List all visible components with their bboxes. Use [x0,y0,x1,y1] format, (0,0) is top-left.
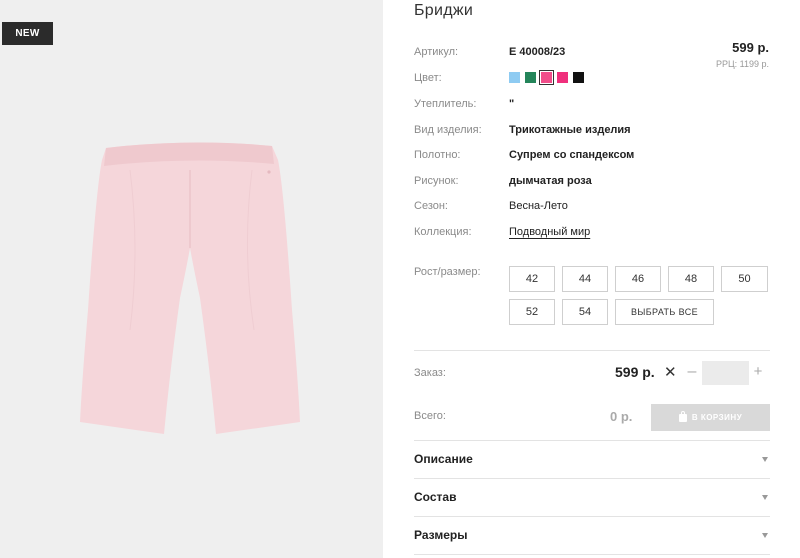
product-details-panel: Бриджи 599 р. РРЦ: 1199 р. Артикул: Е 40… [383,0,800,558]
color-label: Цвет: [414,72,442,84]
color-swatches [509,70,584,85]
accordion-description[interactable]: Описание [414,440,770,478]
size-label: Рост/размер: [414,266,481,278]
increase-quantity-button[interactable]: + [752,363,764,380]
size-option-44[interactable]: 44 [562,266,608,292]
size-option-48[interactable]: 48 [668,266,714,292]
shopping-bag-icon [678,410,687,422]
color-swatch-green[interactable] [525,72,536,83]
recommended-retail-price: РРЦ: 1199 р. [715,59,769,69]
collection-label: Коллекция: [414,226,472,238]
fabric-label: Полотно: [414,149,461,161]
season-label: Сезон: [414,200,448,212]
accordion-sizes[interactable]: Размеры [414,516,770,554]
color-swatch-light-blue[interactable] [509,72,520,83]
insulation-label: Утеплитель: [414,98,477,110]
accordion-description-label: Описание [414,452,473,466]
color-swatch-magenta[interactable] [557,72,568,83]
article-label: Артикул: [414,46,459,58]
collection-link[interactable]: Подводный мир [509,226,590,238]
pattern-value: дымчатая роза [509,175,592,187]
product-image-breeches[interactable] [70,130,310,440]
new-badge: NEW [2,22,53,45]
accordion-sizes-label: Размеры [414,528,468,542]
select-all-sizes-button[interactable]: ВЫБРАТЬ ВСЕ [615,299,714,325]
color-swatch-black[interactable] [573,72,584,83]
product-type-label: Вид изделия: [414,124,482,136]
size-option-54[interactable]: 54 [562,299,608,325]
decrease-quantity-button[interactable]: – [686,363,698,381]
accordion-composition[interactable]: Состав [414,478,770,516]
size-option-52[interactable]: 52 [509,299,555,325]
product-type-value: Трикотажные изделия [509,124,631,136]
multiply-icon: ✕ [664,364,677,381]
size-option-42[interactable]: 42 [509,266,555,292]
size-option-50[interactable]: 50 [721,266,768,292]
accordion-composition-label: Состав [414,490,457,504]
article-value: Е 40008/23 [509,46,566,58]
order-price: 599 р. [615,364,655,380]
chevron-down-icon [762,533,768,538]
add-to-cart-label: В КОРЗИНУ [691,413,743,422]
order-label: Заказ: [414,367,446,379]
divider [414,554,770,555]
product-image-panel: NEW [0,0,383,558]
fabric-value: Супрем со спандексом [509,149,635,161]
season-value: Весна-Лето [509,200,568,212]
chevron-down-icon [762,495,768,500]
insulation-value: " [509,98,515,110]
size-option-46[interactable]: 46 [615,266,661,292]
chevron-down-icon [762,457,768,462]
pattern-label: Рисунок: [414,175,459,187]
add-to-cart-button[interactable]: В КОРЗИНУ [651,404,770,431]
quantity-input[interactable] [702,361,749,385]
product-title: Бриджи [414,2,474,19]
divider [414,350,770,351]
product-price: 599 р. [732,40,769,55]
color-swatch-pink-selected[interactable] [539,70,554,85]
total-value: 0 р. [610,409,633,424]
total-label: Всего: [414,410,446,422]
